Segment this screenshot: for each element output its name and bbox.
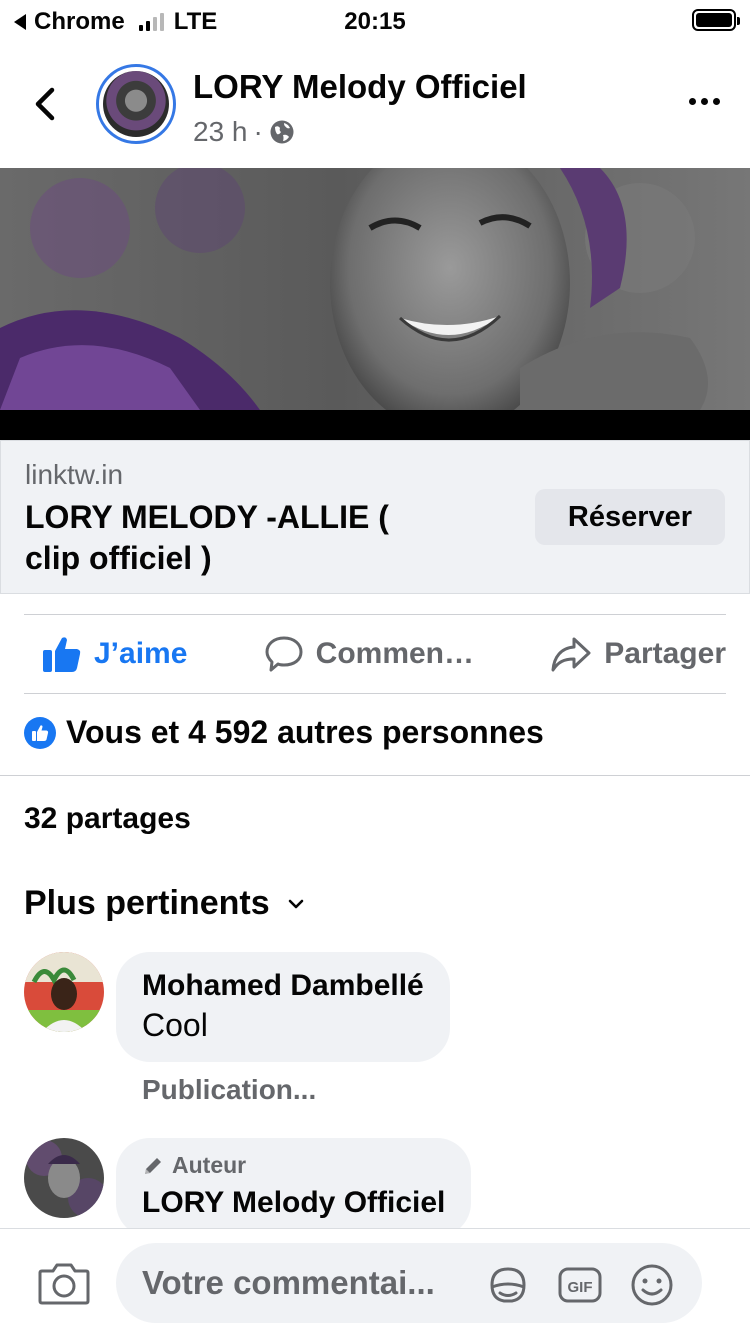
battery-icon [692,9,740,31]
page-avatar[interactable] [96,64,176,144]
gif-icon[interactable]: GIF [556,1261,604,1309]
sticker-icon[interactable] [484,1261,532,1309]
comment-status[interactable]: Publication... [142,1074,316,1106]
commenter-avatar[interactable] [24,952,104,1032]
share-icon [551,637,591,672]
comment-author[interactable]: LORY Melody Officiel [142,1185,445,1221]
link-preview[interactable]: linktw.in LORY MELODY -ALLIE ( clip offi… [0,440,750,594]
link-title: LORY MELODY -ALLIE ( clip officiel ) [25,499,389,576]
like-label: J’aime [94,637,188,670]
status-time: 20:15 [344,8,406,35]
comment-label: Commen… [315,637,475,670]
author-badge-label: Auteur [172,1152,247,1178]
pencil-icon [145,1157,161,1174]
comment-input-pill[interactable]: GIF [116,1243,702,1323]
like-button[interactable]: J’aime [42,635,187,673]
comment-author[interactable]: Mohamed Dambellé [142,968,424,1004]
post-action-bar: J’aime Commen… Partager [24,614,726,694]
post-header: LORY Melody Officiel 23 h · [0,50,750,160]
svg-text:GIF: GIF [568,1279,593,1296]
share-button[interactable]: Partager [550,635,726,673]
author-badge: Auteur [142,1152,445,1179]
chevron-down-icon [288,899,303,908]
comment-input[interactable] [142,1243,482,1323]
like-reaction-icon [24,716,56,749]
share-label: Partager [604,637,726,670]
emoji-icon[interactable] [628,1261,676,1309]
comment: Auteur LORY Melody Officiel [24,1138,726,1228]
globe-icon [270,120,294,144]
status-bar: Chrome LTE 20:15 [0,0,750,40]
comment-text: Cool [142,1007,208,1043]
post-image[interactable] [0,168,750,440]
comment-bubble[interactable]: Auteur LORY Melody Officiel [116,1138,472,1228]
shares-count[interactable]: 32 partages [24,802,191,836]
meta-separator: · [253,116,263,147]
link-domain: linktw.in [25,459,124,490]
like-icon [43,637,81,672]
comment-icon [265,636,303,672]
comment-bubble[interactable]: Mohamed Dambellé Cool [116,952,450,1062]
reserve-button[interactable]: Réserver [535,489,725,545]
back-chevron-icon[interactable] [30,86,60,122]
post-time[interactable]: 23 h [193,116,248,148]
comment-composer: GIF [0,1228,750,1334]
comment-sort-dropdown[interactable]: Plus pertinents [24,884,306,923]
divider [0,775,750,776]
reactions-text: Vous et 4 592 autres personnes [66,714,544,750]
page-name[interactable]: LORY Melody Officiel [193,68,527,106]
comment-button[interactable]: Commen… [264,635,474,673]
sort-label: Plus pertinents [24,884,270,922]
comment: Mohamed Dambellé Cool Publication... [24,952,726,1112]
video-thumbnail [0,168,750,410]
commenter-avatar[interactable] [24,1138,104,1218]
reactions-summary[interactable]: Vous et 4 592 autres personnes [24,714,544,751]
post-meta: 23 h · [193,116,295,148]
more-icon[interactable] [689,98,720,105]
camera-icon[interactable] [38,1261,90,1305]
